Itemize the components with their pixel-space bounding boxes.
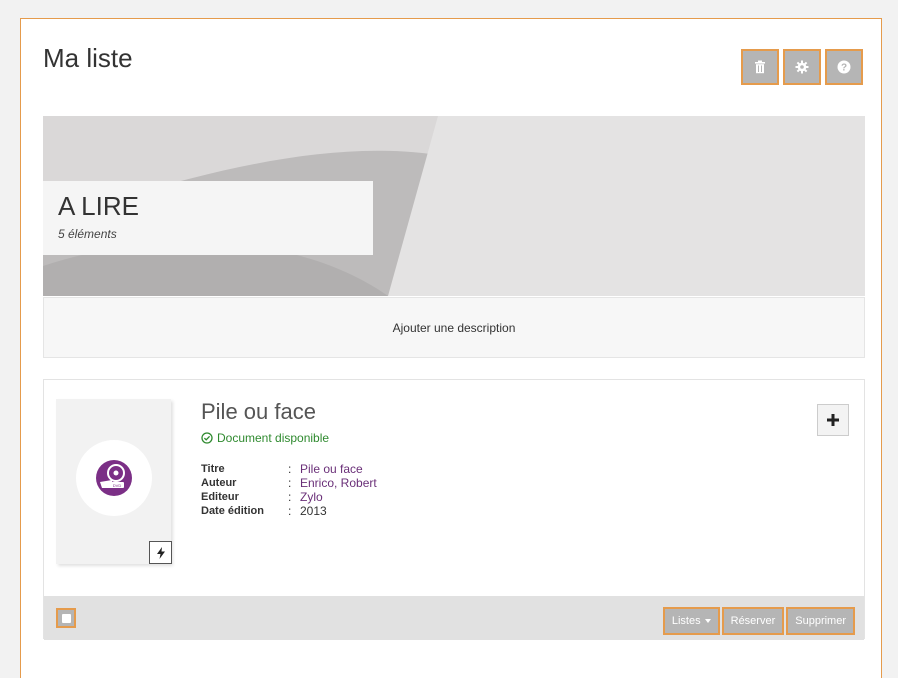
meta-separator: : (288, 462, 292, 476)
quick-view-button[interactable] (149, 541, 172, 564)
bolt-icon (156, 546, 165, 559)
page-title: Ma liste (43, 43, 133, 73)
meta-row-publisher: Editeur : Zylo (201, 490, 377, 504)
document-metadata: Titre : Pile ou face Auteur : Enrico, Ro… (201, 462, 377, 518)
meta-row-title: Titre : Pile ou face (201, 462, 377, 476)
meta-separator: : (288, 490, 292, 504)
meta-value-publisher[interactable]: Zylo (300, 490, 323, 504)
add-description-button[interactable]: Ajouter une description (43, 297, 865, 358)
meta-row-author: Auteur : Enrico, Robert (201, 476, 377, 490)
remove-button[interactable]: Supprimer (786, 607, 855, 635)
lists-label: Listes (671, 615, 701, 627)
checkbox-box (61, 613, 71, 623)
svg-text:DVD: DVD (113, 483, 122, 488)
availability-status: Document disponible (201, 431, 329, 445)
select-item-checkbox[interactable] (56, 608, 76, 628)
meta-value-author[interactable]: Enrico, Robert (300, 476, 377, 490)
lists-dropdown-button[interactable]: Listes (662, 607, 720, 635)
meta-separator: : (288, 476, 292, 490)
header-toolbar: ? (741, 49, 863, 85)
meta-key: Editeur (201, 491, 239, 503)
meta-key: Titre (201, 463, 225, 475)
svg-text:?: ? (841, 63, 847, 74)
list-panel: Ma liste ? A LIRE 5 éléments Ajouter une… (20, 18, 882, 678)
document-thumbnail[interactable]: DVD (56, 399, 172, 564)
availability-label: Document disponible (217, 431, 330, 445)
list-banner: A LIRE 5 éléments (43, 116, 865, 296)
delete-list-button[interactable] (741, 49, 779, 85)
reserve-button[interactable]: Réserver (721, 607, 785, 635)
caret-down-icon (704, 619, 711, 623)
meta-value-date: 2013 (300, 504, 327, 518)
check-circle-icon (201, 432, 213, 444)
banner-label-box: A LIRE 5 éléments (43, 181, 373, 255)
list-name: A LIRE (58, 191, 139, 221)
meta-key: Auteur (201, 477, 237, 489)
meta-separator: : (288, 504, 292, 518)
meta-row-date: Date édition : 2013 (201, 504, 377, 518)
plus-icon (827, 414, 839, 426)
list-item: DVD Pile ou face Document disponible Tit… (43, 379, 865, 640)
gear-icon (795, 60, 809, 74)
dvd-icon: DVD (96, 460, 132, 496)
settings-button[interactable] (783, 49, 821, 85)
trash-icon (755, 60, 765, 74)
document-title[interactable]: Pile ou face (201, 399, 316, 425)
item-count: 5 éléments (58, 227, 117, 241)
thumbnail-circle: DVD (76, 440, 152, 516)
add-to-button[interactable] (817, 404, 849, 436)
help-button[interactable]: ? (825, 49, 863, 85)
meta-value-title[interactable]: Pile ou face (300, 462, 363, 476)
help-icon: ? (837, 60, 851, 74)
item-action-bar: Listes Réserver Supprimer (44, 596, 864, 640)
item-actions: Listes Réserver Supprimer (662, 607, 855, 635)
meta-key: Date édition (201, 505, 264, 517)
